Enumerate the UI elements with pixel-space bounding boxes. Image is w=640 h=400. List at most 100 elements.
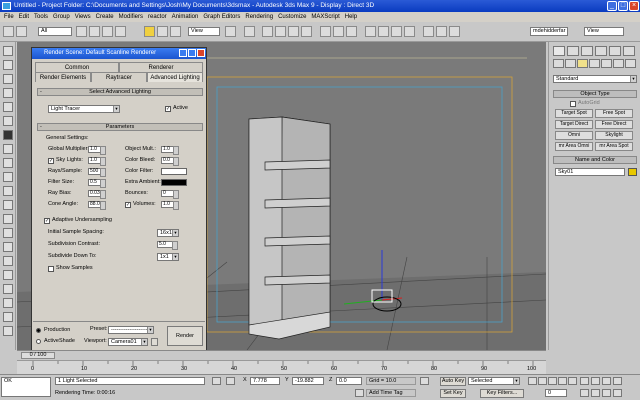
z-coordinate-field[interactable]: 0.0 — [336, 377, 362, 385]
redo-icon[interactable] — [16, 26, 27, 37]
strip-icon[interactable] — [3, 186, 13, 196]
named-selection-field[interactable]: mdehidderfar — [530, 27, 568, 36]
field-of-view-icon[interactable] — [613, 377, 622, 385]
menu-graph-editors[interactable]: Graph Editors — [203, 12, 240, 22]
motion-tab-icon[interactable] — [595, 46, 607, 56]
absolute-mode-icon[interactable] — [226, 377, 235, 385]
mirror-icon[interactable] — [333, 26, 344, 37]
strip-icon[interactable] — [3, 256, 13, 266]
dialog-minimize-button[interactable] — [179, 49, 187, 57]
move-icon[interactable] — [144, 26, 155, 37]
extra-ambient-swatch[interactable] — [161, 179, 187, 186]
mr-area-spot-button[interactable]: mr Area Spot — [595, 142, 633, 151]
initial-spacing-dropdown[interactable]: 16x16 ▼ — [157, 229, 179, 237]
name-and-color-rollout[interactable]: Name and Color — [553, 156, 637, 164]
category-dropdown[interactable]: Standard ▼ — [553, 75, 637, 83]
color-filter-swatch[interactable] — [161, 168, 187, 175]
strip-icon[interactable] — [3, 214, 13, 224]
dolly-icon[interactable] — [602, 389, 611, 397]
preset-dropdown[interactable]: -------------------- ▼ — [108, 326, 154, 334]
show-samples-checkbox[interactable] — [48, 266, 54, 272]
rotate-icon[interactable] — [157, 26, 168, 37]
y-coordinate-field[interactable]: -19.882 — [292, 377, 324, 385]
render-setup-icon[interactable] — [423, 26, 434, 37]
zoom-icon[interactable] — [591, 377, 600, 385]
skylight-button[interactable]: Skylight — [595, 131, 633, 140]
menu-file[interactable]: File — [4, 12, 14, 22]
tab-render-elements[interactable]: Render Elements — [35, 72, 91, 82]
set-key-button[interactable]: Set Key — [440, 389, 466, 398]
app-icon[interactable] — [2, 2, 11, 10]
pivot-center-icon[interactable] — [225, 26, 236, 37]
strip-icon[interactable] — [3, 144, 13, 154]
goto-start-icon[interactable] — [528, 377, 537, 385]
menu-create[interactable]: Create — [96, 12, 114, 22]
strip-icon[interactable] — [3, 172, 13, 182]
menu-modifiers[interactable]: Modifiers — [119, 12, 143, 22]
strip-icon[interactable] — [3, 46, 13, 56]
next-frame-icon[interactable] — [558, 377, 567, 385]
strip-icon[interactable] — [3, 74, 13, 84]
angle-snap-icon[interactable] — [275, 26, 286, 37]
key-filters-button[interactable]: Key Filters... — [480, 389, 524, 398]
menu-rendering[interactable]: Rendering — [245, 12, 273, 22]
subdivide-down-dropdown[interactable]: 1x1 ▼ — [157, 253, 179, 261]
strip-icon[interactable] — [3, 326, 13, 336]
snap-toggle-icon[interactable] — [262, 26, 273, 37]
lights-icon[interactable] — [577, 59, 588, 68]
strip-icon[interactable] — [3, 242, 13, 252]
render-frame-window-icon[interactable] — [436, 26, 447, 37]
target-spot-button[interactable]: Target Spot — [555, 109, 593, 118]
reference-coordinate-dropdown[interactable]: View — [188, 27, 220, 36]
spinner-snap-icon[interactable] — [301, 26, 312, 37]
layer-manager-icon[interactable] — [365, 26, 376, 37]
color-bleed-spinner[interactable]: 0.0 — [161, 157, 179, 166]
maximize-viewport-icon[interactable] — [613, 389, 622, 397]
bounces-spinner[interactable]: 0 — [161, 190, 179, 199]
menu-maxscript[interactable]: MAXScript — [311, 12, 339, 22]
cameras-icon[interactable] — [589, 59, 600, 68]
roll-camera-icon[interactable] — [591, 389, 600, 397]
object-color-swatch[interactable] — [628, 168, 637, 176]
key-mode-dropdown[interactable]: Selected ▼ — [468, 377, 520, 385]
region-select-icon[interactable] — [102, 26, 113, 37]
menu-group[interactable]: Group — [53, 12, 70, 22]
hierarchy-tab-icon[interactable] — [581, 46, 593, 56]
space-warps-icon[interactable] — [613, 59, 624, 68]
tab-advanced-lighting[interactable]: Advanced Lighting — [147, 72, 203, 82]
omni-button[interactable]: Omni — [555, 131, 593, 140]
time-tag-icon[interactable] — [355, 389, 364, 397]
strip-icon[interactable] — [3, 130, 13, 140]
cone-angle-spinner[interactable]: 88.0 — [88, 201, 106, 210]
systems-icon[interactable] — [625, 59, 636, 68]
free-spot-button[interactable]: Free Spot — [595, 109, 633, 118]
orbit-icon[interactable] — [602, 377, 611, 385]
free-direct-button[interactable]: Free Direct — [595, 120, 633, 129]
curve-editor-icon[interactable] — [378, 26, 389, 37]
dialog-close-button[interactable] — [197, 49, 205, 57]
strip-icon[interactable] — [3, 60, 13, 70]
schematic-view-icon[interactable] — [391, 26, 402, 37]
window-crossing-icon[interactable] — [115, 26, 126, 37]
sky-lights-checkbox[interactable]: ✓ — [48, 158, 54, 164]
add-time-tag-button[interactable]: Add Time Tag — [366, 389, 416, 397]
display-tab-icon[interactable] — [609, 46, 621, 56]
menu-help[interactable]: Help — [345, 12, 357, 22]
object-mult-spinner[interactable]: 1.0 — [161, 146, 179, 155]
tab-renderer[interactable]: Renderer — [119, 62, 203, 72]
menu-customize[interactable]: Customize — [278, 12, 306, 22]
create-tab-icon[interactable] — [553, 46, 565, 56]
menu-reactor[interactable]: reactor — [148, 12, 167, 22]
filter-size-spinner[interactable]: 0.5 — [88, 179, 106, 188]
lock-selection-icon[interactable] — [212, 377, 221, 385]
x-coordinate-field[interactable]: 7.778 — [250, 377, 280, 385]
edit-named-selections-icon[interactable] — [320, 26, 331, 37]
select-manipulate-icon[interactable] — [244, 26, 255, 37]
parameters-rollout[interactable]: - Parameters — [37, 123, 203, 131]
viewport-dropdown[interactable]: Camera01 ▼ — [108, 338, 148, 346]
time-slider[interactable]: 0 / 100 — [17, 350, 546, 359]
time-slider-thumb[interactable]: 0 / 100 — [21, 352, 55, 359]
helpers-icon[interactable] — [601, 59, 612, 68]
tab-raytracer[interactable]: Raytracer — [91, 72, 147, 82]
strip-icon[interactable] — [3, 158, 13, 168]
